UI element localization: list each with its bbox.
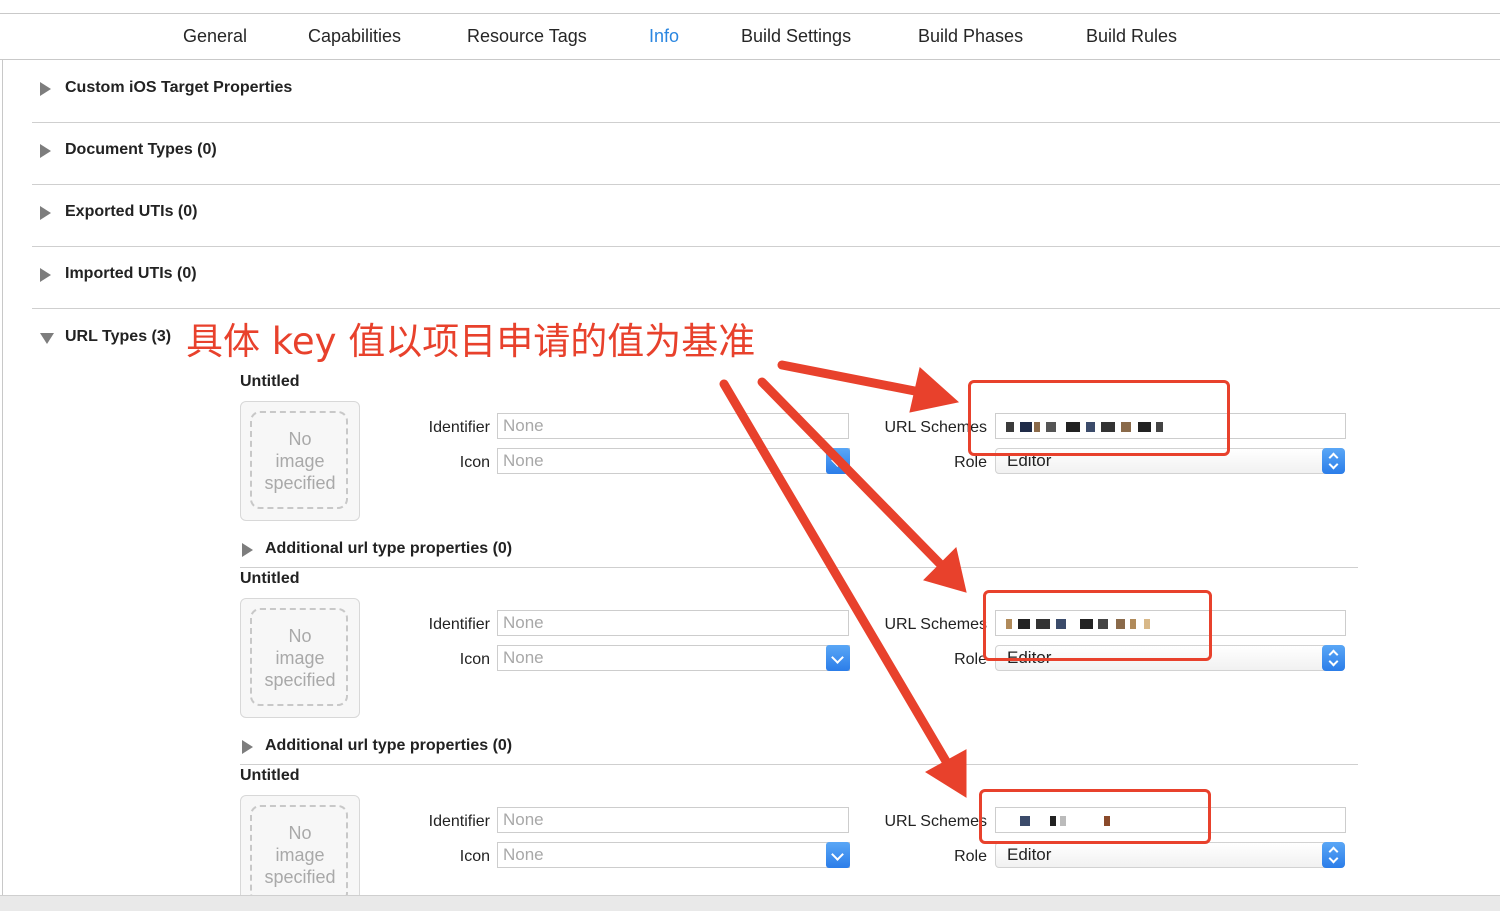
arrow-line	[777, 360, 935, 399]
arrow-line	[757, 377, 953, 577]
arrow-line	[719, 379, 955, 773]
annotation-arrows	[719, 360, 967, 798]
arrowhead	[909, 367, 960, 413]
bottom-bar	[0, 895, 1500, 911]
